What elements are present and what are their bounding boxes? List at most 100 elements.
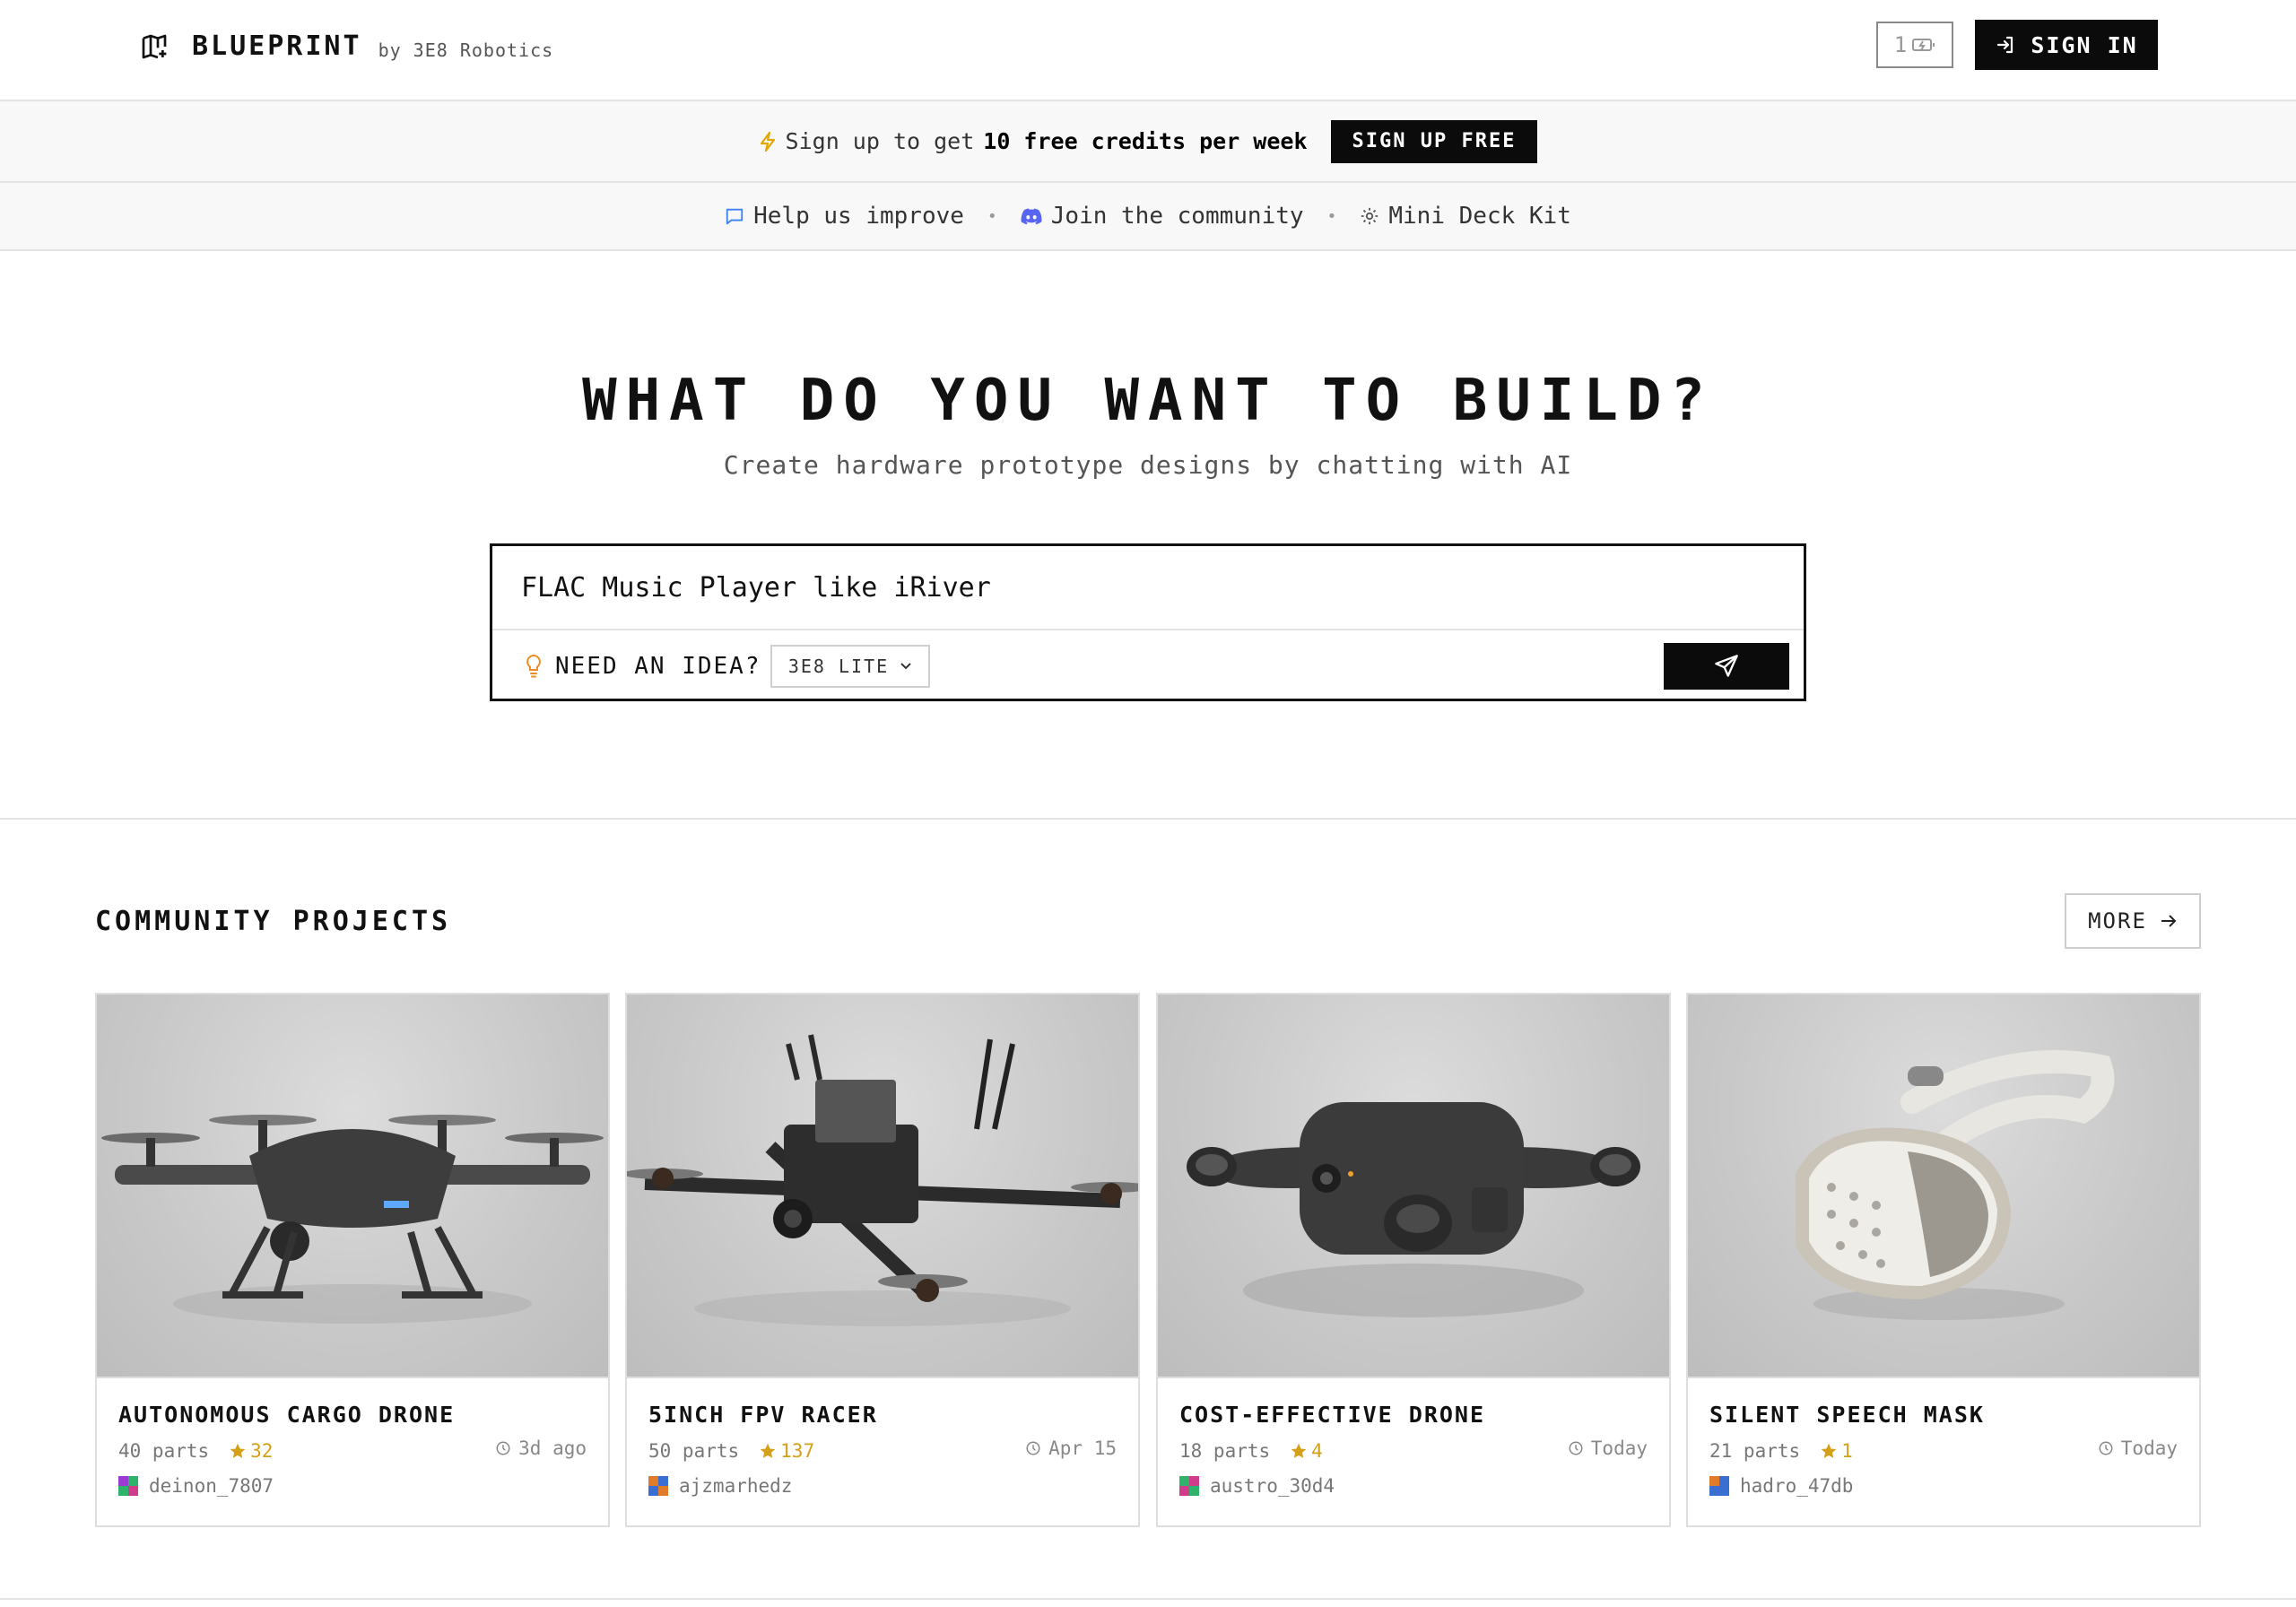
mini-deck-kit-link[interactable]: Mini Deck Kit bbox=[1360, 203, 1571, 230]
clock-icon bbox=[2099, 1441, 2113, 1455]
promo-text: Sign up to get 10 free credits per week bbox=[759, 128, 1308, 154]
speech-mask-image bbox=[1796, 1050, 2115, 1320]
project-thumbnail bbox=[1158, 995, 1669, 1378]
brand-byline: by 3E8 Robotics bbox=[378, 39, 554, 61]
join-community-label: Join the community bbox=[1050, 203, 1304, 230]
star-count-value: 137 bbox=[780, 1440, 815, 1462]
brand-name: BLUEPRINT bbox=[192, 30, 362, 62]
star-count: 137 bbox=[759, 1440, 814, 1462]
project-thumbnail bbox=[1688, 995, 2199, 1378]
arrow-right-icon bbox=[2161, 915, 2177, 927]
project-date-value: Today bbox=[1590, 1438, 1648, 1459]
model-select-value: 3E8 LITE bbox=[787, 656, 890, 677]
parts-count: 40 parts bbox=[118, 1440, 210, 1462]
links-bar: Help us improve • Join the community • M… bbox=[0, 183, 2296, 251]
footer-divider bbox=[0, 1598, 2296, 1600]
join-community-link[interactable]: Join the community bbox=[1021, 203, 1304, 230]
project-date-value: 3d ago bbox=[518, 1438, 587, 1459]
star-count-value: 32 bbox=[250, 1440, 274, 1462]
star-count: 4 bbox=[1290, 1440, 1323, 1462]
chevron-down-icon bbox=[900, 663, 911, 670]
sign-up-free-button[interactable]: SIGN UP FREE bbox=[1330, 119, 1538, 163]
star-icon bbox=[1821, 1443, 1837, 1458]
project-title: SILENT SPEECH MASK bbox=[1709, 1402, 1985, 1428]
more-button[interactable]: MORE bbox=[2065, 893, 2201, 949]
avatar bbox=[1709, 1476, 1729, 1496]
prompt-input[interactable] bbox=[492, 546, 1804, 630]
top-navbar: BLUEPRINT by 3E8 Robotics 1 SIGN IN bbox=[0, 0, 2296, 101]
need-idea-label: NEED AN IDEA? bbox=[555, 652, 761, 680]
sign-in-icon bbox=[1997, 36, 2013, 54]
clock-icon bbox=[1569, 1441, 1583, 1455]
cargo-drone-image bbox=[101, 1115, 604, 1324]
star-icon bbox=[760, 1443, 776, 1458]
model-select[interactable]: 3E8 LITE bbox=[770, 645, 930, 688]
prompt-toolbar: NEED AN IDEA? 3E8 LITE bbox=[492, 630, 1804, 701]
lightbulb-icon bbox=[526, 654, 541, 677]
separator-dot: • bbox=[1326, 206, 1337, 226]
credits-count: 1 bbox=[1893, 32, 1908, 57]
parts-count: 50 parts bbox=[648, 1440, 740, 1462]
project-title: 5INCH FPV RACER bbox=[648, 1402, 878, 1428]
project-meta: 40 parts 32 3d ago bbox=[118, 1438, 587, 1464]
promo-highlight: 10 free credits per week bbox=[983, 128, 1308, 154]
project-card[interactable]: SILENT SPEECH MASK 21 parts 1 Today hadr… bbox=[1686, 993, 2201, 1527]
star-icon bbox=[1291, 1443, 1307, 1458]
prompt-box: NEED AN IDEA? 3E8 LITE bbox=[490, 543, 1806, 701]
hero-title: WHAT DO YOU WANT TO BUILD? bbox=[582, 368, 1714, 434]
brand[interactable]: BLUEPRINT by 3E8 Robotics bbox=[140, 30, 553, 62]
gear-icon bbox=[1361, 207, 1378, 225]
need-idea-button[interactable]: NEED AN IDEA? bbox=[525, 630, 761, 701]
star-count-value: 1 bbox=[1841, 1440, 1853, 1462]
parts-count: 18 parts bbox=[1179, 1440, 1271, 1462]
send-icon bbox=[1715, 655, 1738, 677]
map-plus-icon bbox=[142, 34, 167, 58]
hero-subtitle: Create hardware prototype designs by cha… bbox=[723, 450, 1573, 480]
project-author[interactable]: ajzmarhedz bbox=[648, 1475, 792, 1497]
project-date: 3d ago bbox=[495, 1438, 587, 1459]
section-divider bbox=[0, 818, 2296, 820]
bolt-icon bbox=[760, 131, 775, 152]
more-label: MORE bbox=[2088, 908, 2147, 934]
avatar bbox=[648, 1476, 668, 1496]
fpv-racer-image bbox=[627, 1034, 1138, 1326]
project-author[interactable]: deinon_7807 bbox=[118, 1475, 274, 1497]
mini-deck-kit-label: Mini Deck Kit bbox=[1388, 203, 1571, 230]
project-date: Today bbox=[2098, 1438, 2178, 1459]
message-icon bbox=[726, 208, 744, 225]
avatar bbox=[1179, 1476, 1199, 1496]
send-button[interactable] bbox=[1664, 643, 1789, 690]
star-count: 1 bbox=[1820, 1440, 1853, 1462]
star-icon bbox=[230, 1443, 246, 1458]
project-card[interactable]: AUTONOMOUS CARGO DRONE 40 parts 32 3d ag… bbox=[95, 993, 610, 1527]
author-name: hadro_47db bbox=[1740, 1475, 1854, 1497]
author-name: deinon_7807 bbox=[149, 1475, 274, 1497]
project-title: AUTONOMOUS CARGO DRONE bbox=[118, 1402, 456, 1428]
project-date-value: Today bbox=[2120, 1438, 2178, 1459]
avatar bbox=[118, 1476, 138, 1496]
project-meta: 50 parts 137 Apr 15 bbox=[648, 1438, 1117, 1464]
cost-effective-drone-image bbox=[1187, 1102, 1640, 1317]
project-date: Today bbox=[1568, 1438, 1648, 1459]
project-author[interactable]: austro_30d4 bbox=[1179, 1475, 1335, 1497]
project-meta: 21 parts 1 Today bbox=[1709, 1438, 2178, 1464]
discord-icon bbox=[1021, 208, 1042, 225]
promo-banner: Sign up to get 10 free credits per week … bbox=[0, 101, 2296, 183]
help-improve-link[interactable]: Help us improve bbox=[725, 203, 964, 230]
project-card[interactable]: COST-EFFECTIVE DRONE 18 parts 4 Today au… bbox=[1156, 993, 1671, 1527]
sign-in-button[interactable]: SIGN IN bbox=[1975, 20, 2158, 70]
parts-count: 21 parts bbox=[1709, 1440, 1801, 1462]
project-author[interactable]: hadro_47db bbox=[1709, 1475, 1853, 1497]
star-count: 32 bbox=[229, 1440, 273, 1462]
project-title: COST-EFFECTIVE DRONE bbox=[1179, 1402, 1486, 1428]
credits-indicator[interactable]: 1 bbox=[1876, 22, 1953, 68]
promo-prefix: Sign up to get bbox=[785, 128, 975, 154]
project-thumbnail bbox=[627, 995, 1138, 1378]
project-thumbnail bbox=[97, 995, 608, 1378]
project-card[interactable]: 5INCH FPV RACER 50 parts 137 Apr 15 ajzm… bbox=[625, 993, 1140, 1527]
project-meta: 18 parts 4 Today bbox=[1179, 1438, 1648, 1464]
clock-icon bbox=[496, 1441, 510, 1455]
project-date: Apr 15 bbox=[1025, 1438, 1117, 1459]
star-count-value: 4 bbox=[1311, 1440, 1323, 1462]
project-date-value: Apr 15 bbox=[1048, 1438, 1117, 1459]
